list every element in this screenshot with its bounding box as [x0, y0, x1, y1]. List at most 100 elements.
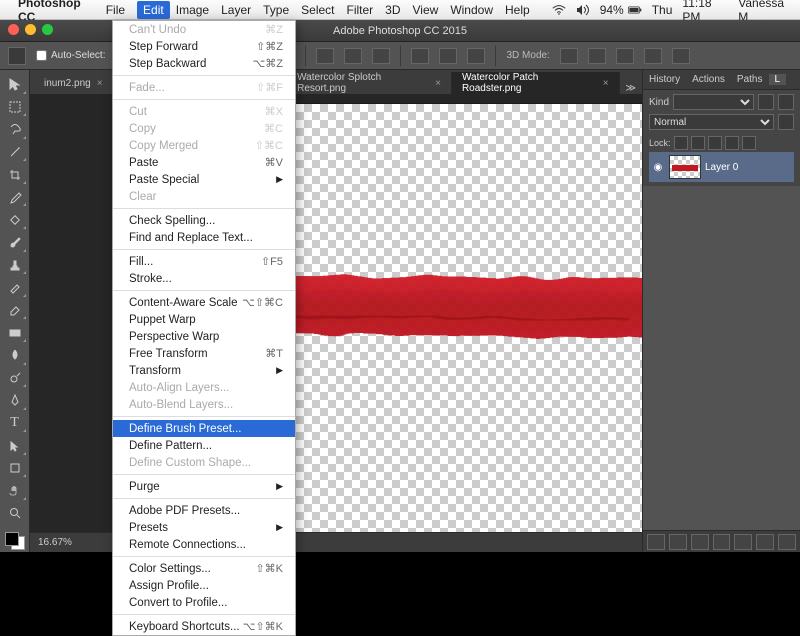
menu-view[interactable]: View [413, 3, 439, 17]
panel-tab-paths[interactable]: Paths [731, 74, 769, 85]
menu-item-define-pattern[interactable]: Define Pattern... [113, 437, 295, 454]
menu-item-color-settings[interactable]: Color Settings...⇧⌘K [113, 560, 295, 577]
zoom-level[interactable]: 16.67% [38, 537, 72, 548]
menu-item-free-transform[interactable]: Free Transform⌘T [113, 345, 295, 362]
move-tool-icon[interactable] [3, 74, 27, 95]
type-tool-icon[interactable]: T [3, 413, 27, 434]
document-tab[interactable]: Watercolor Splotch Resort.png× [287, 72, 452, 94]
filter-pixel-icon[interactable] [758, 94, 774, 110]
menu-item-paste-special[interactable]: Paste Special▶ [113, 171, 295, 188]
crop-tool-icon[interactable] [3, 164, 27, 185]
auto-select-checkbox[interactable]: Auto-Select: [36, 50, 105, 61]
battery-status[interactable]: 94% [600, 3, 642, 17]
link-layers-icon[interactable] [647, 534, 665, 550]
visibility-eye-icon[interactable]: ◉ [651, 162, 665, 173]
panel-tab-history[interactable]: History [643, 74, 686, 85]
lock-pixels-icon[interactable] [691, 136, 705, 150]
menu-item-step-backward[interactable]: Step Backward⌥⌘Z [113, 55, 295, 72]
menu-item-check-spelling[interactable]: Check Spelling... [113, 212, 295, 229]
blur-tool-icon[interactable] [3, 345, 27, 366]
menu-item-perspective-warp[interactable]: Perspective Warp [113, 328, 295, 345]
eyedropper-tool-icon[interactable] [3, 187, 27, 208]
mode-slide-icon[interactable] [644, 48, 662, 64]
close-tab-icon[interactable]: × [435, 78, 441, 89]
brush-tool-icon[interactable] [3, 232, 27, 253]
zoom-tool-icon[interactable] [3, 503, 27, 524]
tab-overflow-icon[interactable]: ≫ [620, 83, 642, 94]
menu-window[interactable]: Window [450, 3, 493, 17]
distribute-icon[interactable] [411, 48, 429, 64]
pen-tool-icon[interactable] [3, 390, 27, 411]
speaker-icon[interactable] [576, 4, 590, 16]
panel-tab-l[interactable]: L [769, 74, 787, 85]
layer-row[interactable]: ◉ Layer 0 [649, 152, 794, 182]
dodge-tool-icon[interactable] [3, 368, 27, 389]
current-tool-icon[interactable] [8, 47, 26, 65]
menu-image[interactable]: Image [176, 3, 209, 17]
menu-item-paste[interactable]: Paste⌘V [113, 154, 295, 171]
menu-item-convert-to-profile[interactable]: Convert to Profile... [113, 594, 295, 611]
lock-position-icon[interactable] [708, 136, 722, 150]
history-brush-tool-icon[interactable] [3, 277, 27, 298]
mode-pan-icon[interactable] [588, 48, 606, 64]
menu-item-puppet-warp[interactable]: Puppet Warp [113, 311, 295, 328]
lasso-tool-icon[interactable] [3, 119, 27, 140]
wifi-icon[interactable] [552, 4, 566, 16]
menu-help[interactable]: Help [505, 3, 530, 17]
menu-3d[interactable]: 3D [385, 3, 400, 17]
layer-name[interactable]: Layer 0 [705, 162, 738, 173]
mode-orbit-icon[interactable] [560, 48, 578, 64]
opacity-icon[interactable] [778, 114, 794, 130]
menu-item-fill[interactable]: Fill...⇧F5 [113, 253, 295, 270]
distribute-icon[interactable] [316, 48, 334, 64]
color-swatches[interactable] [3, 530, 27, 552]
distribute-icon[interactable] [372, 48, 390, 64]
document-tab[interactable]: inum2.png× [34, 72, 114, 94]
menu-item-transform[interactable]: Transform▶ [113, 362, 295, 379]
magic-wand-tool-icon[interactable] [3, 142, 27, 163]
menu-item-content-aware-scale[interactable]: Content-Aware Scale⌥⇧⌘C [113, 294, 295, 311]
lock-artboard-icon[interactable] [725, 136, 739, 150]
menu-filter[interactable]: Filter [347, 3, 374, 17]
distribute-icon[interactable] [467, 48, 485, 64]
lock-transparent-icon[interactable] [674, 136, 688, 150]
close-window-button[interactable] [8, 24, 19, 35]
mode-dolly-icon[interactable] [616, 48, 634, 64]
distribute-icon[interactable] [439, 48, 457, 64]
delete-layer-icon[interactable] [778, 534, 796, 550]
close-tab-icon[interactable]: × [603, 78, 609, 89]
kind-filter-select[interactable] [673, 94, 754, 110]
layer-style-icon[interactable] [669, 534, 687, 550]
shape-tool-icon[interactable] [3, 458, 27, 479]
hand-tool-icon[interactable] [3, 480, 27, 501]
eraser-tool-icon[interactable] [3, 300, 27, 321]
menu-item-purge[interactable]: Purge▶ [113, 478, 295, 495]
healing-tool-icon[interactable] [3, 209, 27, 230]
minimize-window-button[interactable] [25, 24, 36, 35]
clock-day[interactable]: Thu [652, 3, 673, 17]
lock-all-icon[interactable] [742, 136, 756, 150]
menu-item-stroke[interactable]: Stroke... [113, 270, 295, 287]
stamp-tool-icon[interactable] [3, 255, 27, 276]
marquee-tool-icon[interactable] [3, 97, 27, 118]
menu-item-keyboard-shortcuts[interactable]: Keyboard Shortcuts...⌥⇧⌘K [113, 618, 295, 635]
panel-tab-actions[interactable]: Actions [686, 74, 731, 85]
menu-item-find-and-replace-text[interactable]: Find and Replace Text... [113, 229, 295, 246]
menu-item-adobe-pdf-presets[interactable]: Adobe PDF Presets... [113, 502, 295, 519]
menu-file[interactable]: File [106, 3, 125, 17]
close-tab-icon[interactable]: × [97, 78, 103, 89]
menu-item-remote-connections[interactable]: Remote Connections... [113, 536, 295, 553]
layer-thumbnail[interactable] [669, 155, 701, 179]
menu-item-step-forward[interactable]: Step Forward⇧⌘Z [113, 38, 295, 55]
document-tab[interactable]: Watercolor Patch Roadster.png× [452, 72, 620, 94]
new-adjustment-icon[interactable] [713, 534, 731, 550]
mode-scale-icon[interactable] [672, 48, 690, 64]
new-group-icon[interactable] [734, 534, 752, 550]
menu-edit[interactable]: Edit [137, 1, 170, 19]
foreground-color-swatch[interactable] [5, 532, 19, 546]
menu-item-assign-profile[interactable]: Assign Profile... [113, 577, 295, 594]
blend-mode-select[interactable]: Normal [649, 114, 774, 130]
menu-item-presets[interactable]: Presets▶ [113, 519, 295, 536]
zoom-window-button[interactable] [42, 24, 53, 35]
path-select-tool-icon[interactable] [3, 435, 27, 456]
